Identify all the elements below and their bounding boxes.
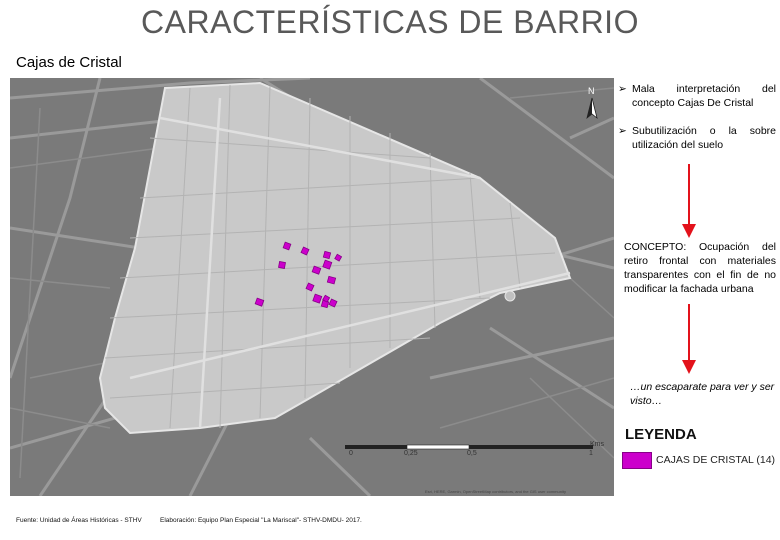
bullet-arrow-icon: ➢	[618, 83, 627, 95]
footer-source: Fuente: Unidad de Áreas Históricas - STH…	[16, 517, 142, 524]
scale-label: 0,25	[404, 450, 418, 457]
building-marker	[278, 261, 286, 269]
down-arrow-icon	[682, 164, 696, 238]
footer-elaboration: Elaboración: Equipo Plan Especial "La Ma…	[160, 517, 362, 524]
legend-item-label: CAJAS DE CRISTAL	[656, 454, 754, 466]
page-title: CARACTERÍSTICAS DE BARRIO	[141, 4, 639, 40]
scale-label: 0	[349, 450, 353, 457]
down-arrow-icon	[682, 304, 696, 374]
map-canvas: N	[10, 78, 614, 496]
concept-label: CONCEPTO:	[624, 241, 687, 253]
legend-swatch	[622, 452, 652, 469]
note-text: Mala interpretación del concepto Cajas D…	[632, 83, 776, 109]
building-marker	[326, 275, 337, 285]
scale-label: 1	[589, 450, 593, 457]
note-bullet: ➢ Mala interpretación del concepto Cajas…	[618, 82, 776, 110]
note-text: Subutilización o la sobre utilización de…	[632, 125, 776, 151]
scale-unit: Kms	[590, 441, 604, 448]
note-bullet: ➢ Subutilización o la sobre utilización …	[618, 124, 776, 152]
tagline: …un escaparate para ver y ser visto…	[630, 381, 775, 407]
building-marker	[322, 250, 332, 260]
legend-title: LEYENDA	[625, 426, 697, 443]
bullet-arrow-icon: ➢	[618, 125, 627, 137]
concept-text: CONCEPTO: Ocupación del retiro frontal c…	[624, 240, 776, 296]
legend-item: CAJAS DE CRISTAL (14)	[656, 454, 775, 466]
north-label: N	[588, 86, 595, 96]
scale-label: 0,5	[467, 450, 477, 457]
roundabout	[504, 290, 516, 302]
legend-item-count: (14)	[756, 454, 776, 466]
neighborhood-map: N	[10, 78, 614, 496]
map-credits: Esri, HERE, Garmin, OpenStreetMap contri…	[425, 489, 566, 494]
section-subtitle: Cajas de Cristal	[16, 54, 122, 71]
